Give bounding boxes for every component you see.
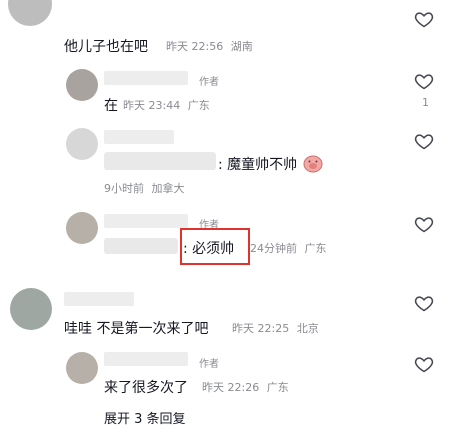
like-count: 1	[422, 96, 429, 109]
like-heart-icon[interactable]	[414, 71, 434, 91]
comment-text-content: : 魔童帅不帅	[218, 157, 298, 173]
username-redacted	[104, 71, 188, 85]
like-heart-icon[interactable]	[414, 293, 434, 313]
comment-meta: 24分钟前 广东	[250, 240, 327, 256]
comment-text: 在	[104, 98, 118, 114]
comment-time: 昨天 22:56	[166, 40, 224, 53]
comment-time: 昨天 23:44	[123, 99, 181, 112]
mention-redacted	[104, 152, 216, 170]
comment-location: 广东	[304, 242, 327, 255]
comment-text: 哇哇 不是第一次来了吧	[64, 321, 209, 337]
comment-text: 他儿子也在吧	[64, 39, 148, 55]
like-heart-icon[interactable]	[414, 9, 434, 29]
username-redacted	[104, 214, 188, 228]
comment-meta: 昨天 22:25 北京	[232, 320, 319, 336]
comment-text: : 魔童帅不帅	[218, 153, 324, 174]
avatar[interactable]	[66, 128, 98, 160]
comment-location: 北京	[296, 322, 319, 335]
comment-location: 广东	[187, 99, 210, 112]
author-tag: 作者	[199, 359, 219, 370]
comment-location: 湖南	[230, 40, 253, 53]
avatar[interactable]	[8, 0, 52, 26]
like-heart-icon[interactable]	[414, 354, 434, 374]
avatar[interactable]	[66, 212, 98, 244]
like-heart-icon[interactable]	[414, 131, 434, 151]
comment-meta: 昨天 22:56 湖南	[166, 38, 253, 54]
comment-text-content: 必须帅	[192, 241, 235, 257]
mention-redacted	[104, 238, 178, 254]
comment-meta: 9小时前 加拿大	[104, 180, 185, 196]
comment-text: : 必须帅	[183, 241, 235, 257]
like-heart-icon[interactable]	[414, 214, 434, 234]
comment-time: 昨天 22:26	[202, 381, 260, 394]
comment-location: 加拿大	[151, 182, 185, 195]
username-redacted	[64, 292, 134, 306]
avatar[interactable]	[66, 69, 98, 101]
comment-meta: 昨天 23:44 广东	[123, 97, 210, 113]
comment-meta: 昨天 22:26 广东	[202, 379, 289, 395]
comment-time: 9小时前	[104, 182, 144, 195]
avatar[interactable]	[66, 352, 98, 384]
comment-time: 昨天 22:25	[232, 322, 290, 335]
username-redacted	[104, 130, 174, 144]
username-redacted	[104, 352, 188, 366]
author-tag: 作者	[199, 77, 219, 88]
comment-text: 来了很多次了	[104, 380, 188, 396]
expand-replies-button[interactable]: 展开 3 条回复	[104, 408, 186, 427]
pig-face-emoji-icon	[303, 155, 323, 173]
comment-time: 24分钟前	[250, 242, 297, 255]
avatar[interactable]	[10, 288, 52, 330]
comment-location: 广东	[266, 381, 289, 394]
